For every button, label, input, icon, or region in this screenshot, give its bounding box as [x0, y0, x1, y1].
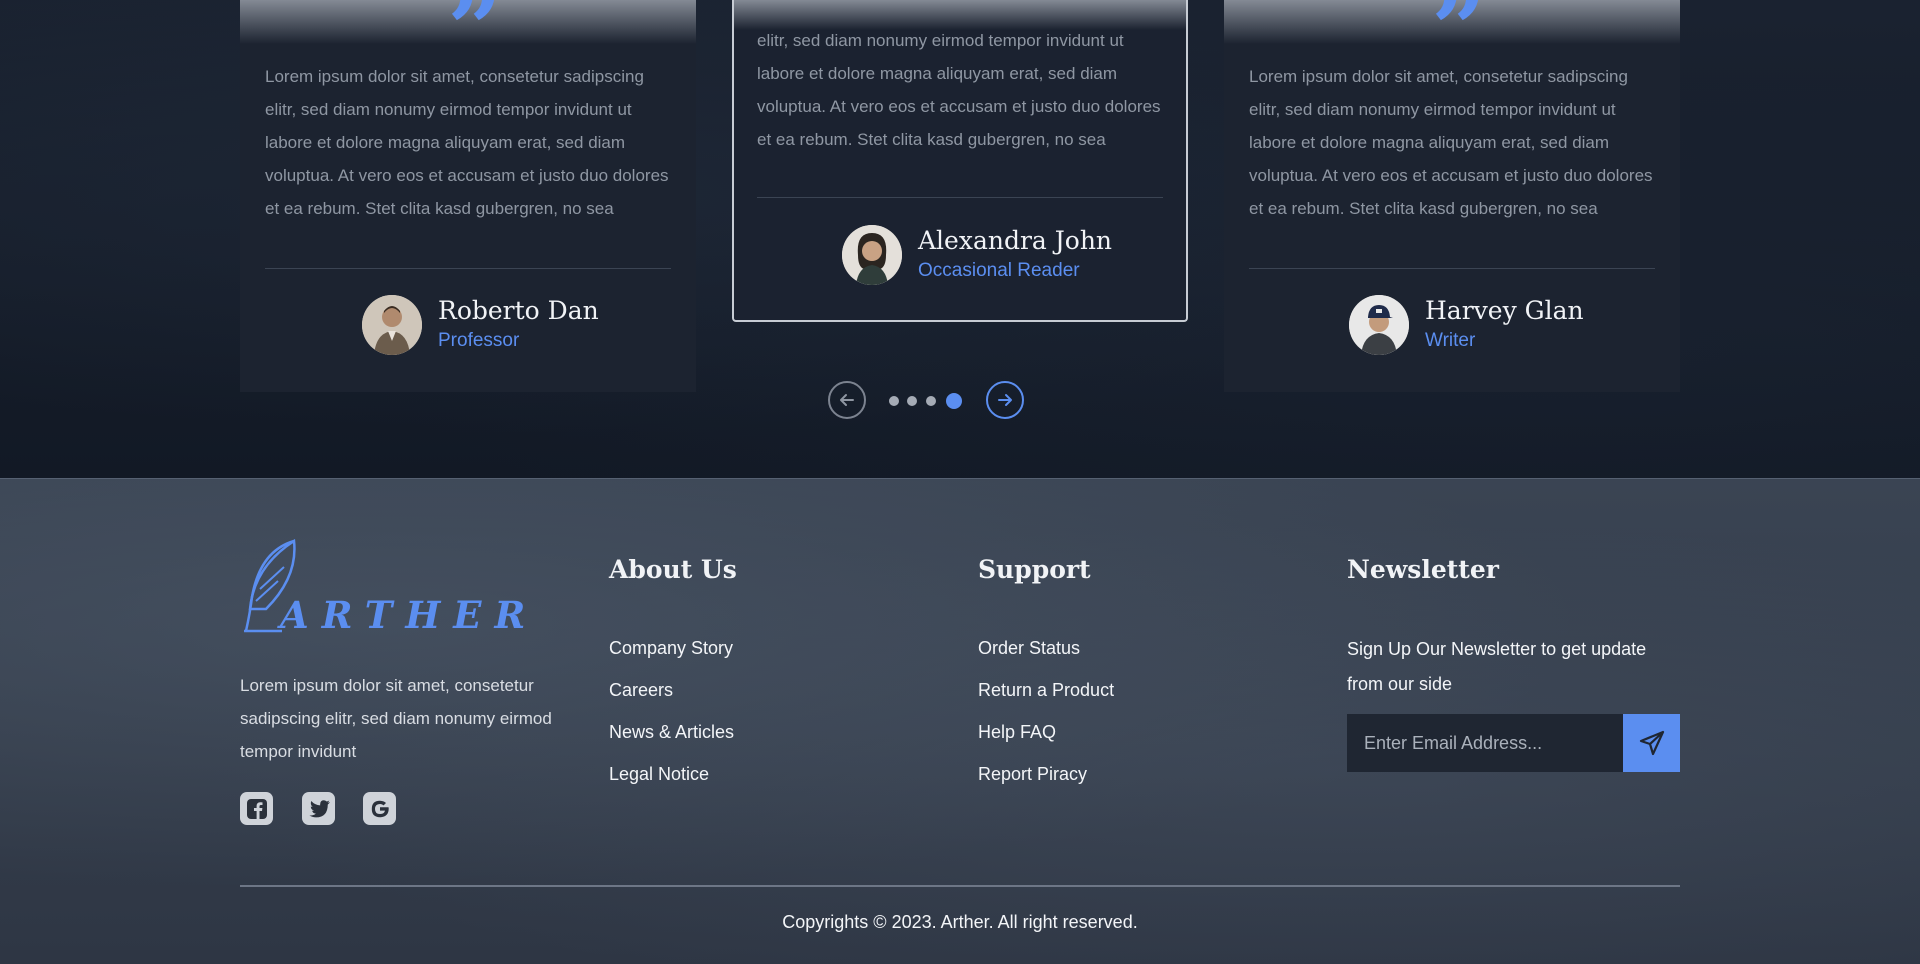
footer-description: Lorem ipsum dolor sit amet, consetetur s… [240, 676, 552, 761]
author-role: Professor [438, 330, 520, 351]
slider-next-button[interactable] [986, 381, 1024, 419]
link-legal-notice[interactable]: Legal Notice [609, 764, 709, 785]
footer-divider [240, 885, 1680, 887]
twitter-icon [308, 799, 330, 817]
about-us-title: About Us [609, 555, 737, 584]
newsletter-title: Newsletter [1347, 555, 1499, 584]
card-divider [265, 268, 671, 269]
testimonial-text: elitr, sed diam nonumy eirmod tempor inv… [757, 31, 1161, 149]
twitter-link[interactable] [302, 792, 335, 825]
google-link[interactable] [363, 792, 396, 825]
link-report-piracy[interactable]: Report Piracy [978, 764, 1087, 785]
link-company-story[interactable]: Company Story [609, 638, 733, 659]
slider-prev-button[interactable] [828, 381, 866, 419]
author-name: Roberto Dan [438, 296, 599, 325]
slider-dot[interactable] [907, 396, 917, 406]
author-name: Alexandra John [918, 226, 1113, 255]
facebook-link[interactable] [240, 792, 273, 825]
author-role: Writer [1425, 330, 1476, 351]
slider-dot[interactable] [889, 396, 899, 406]
google-icon [371, 800, 389, 817]
avatar [362, 295, 422, 355]
slider-dot-active[interactable] [946, 393, 962, 409]
link-help-faq[interactable]: Help FAQ [978, 722, 1056, 743]
newsletter-submit-button[interactable] [1623, 714, 1680, 772]
facebook-icon [246, 798, 267, 819]
avatar [1349, 295, 1409, 355]
testimonial-author: Alexandra John Occasional Reader [842, 225, 1112, 285]
card-divider [757, 197, 1163, 198]
testimonial-author: Roberto Dan Professor [362, 295, 599, 355]
testimonial-card: ” Lorem ipsum dolor sit amet, consetetur… [1224, 0, 1680, 392]
author-name: Harvey Glan [1425, 296, 1584, 325]
link-news-articles[interactable]: News & Articles [609, 722, 734, 743]
testimonial-card-active: elitr, sed diam nonumy eirmod tempor inv… [732, 0, 1188, 322]
testimonial-card: ” Lorem ipsum dolor sit amet, consetetur… [240, 0, 696, 392]
slider-dot[interactable] [926, 396, 936, 406]
newsletter-description: Sign Up Our Newsletter to get update fro… [1347, 639, 1647, 694]
site-footer: ARTHER Lorem ipsum dolor sit amet, conse… [0, 478, 1920, 964]
arrow-right-icon [998, 394, 1012, 406]
brand-name: ARTHER [280, 593, 539, 637]
testimonial-text: Lorem ipsum dolor sit amet, consetetur s… [1249, 67, 1653, 218]
paper-plane-icon [1639, 730, 1664, 756]
support-title: Support [978, 555, 1091, 584]
link-careers[interactable]: Careers [609, 680, 673, 701]
link-order-status[interactable]: Order Status [978, 638, 1080, 659]
testimonials-section: ” Lorem ipsum dolor sit amet, consetetur… [0, 0, 1920, 478]
email-input[interactable] [1347, 714, 1623, 772]
card-divider [1249, 268, 1655, 269]
testimonial-author: Harvey Glan Writer [1349, 295, 1584, 355]
link-return-product[interactable]: Return a Product [978, 680, 1114, 701]
arrow-left-icon [840, 394, 854, 406]
copyright-text: Copyrights © 2023. Arther. All right res… [782, 912, 1138, 932]
avatar [842, 225, 902, 285]
author-role: Occasional Reader [918, 260, 1080, 281]
brand-logo[interactable]: ARTHER [240, 537, 525, 637]
testimonial-text: Lorem ipsum dolor sit amet, consetetur s… [265, 67, 669, 218]
